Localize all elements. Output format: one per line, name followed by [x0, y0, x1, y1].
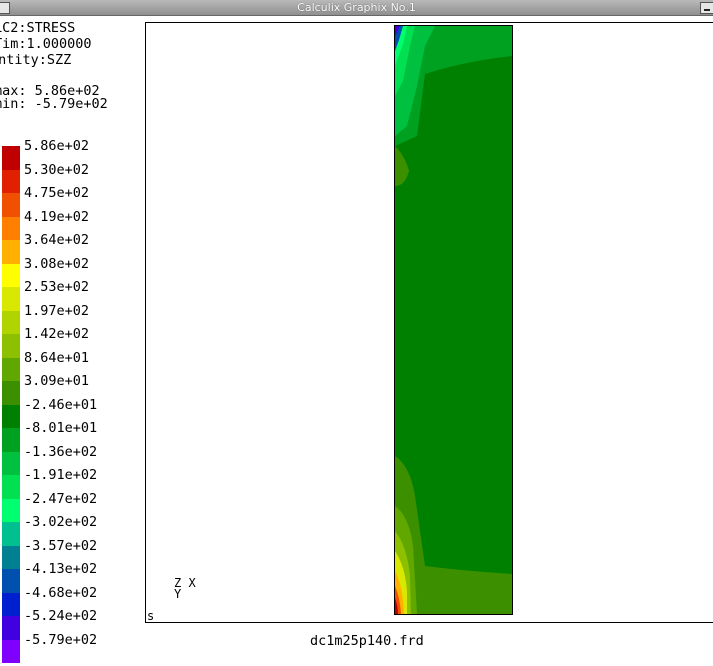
contour-plot	[395, 26, 512, 614]
filename-label: dc1m25p140.frd	[310, 633, 424, 649]
legend-swatch	[2, 310, 20, 334]
legend-label: 2.53e+02	[24, 279, 90, 295]
legend-label: 8.64e+01	[24, 349, 90, 366]
legend-label: 5.86e+02	[24, 138, 90, 154]
entity-label: entity:SZZ	[0, 52, 72, 68]
legend-swatch	[2, 592, 20, 616]
legend-label: -2.46e+01	[24, 396, 98, 413]
legend-label: -1.36e+02	[24, 443, 98, 460]
corner-mark: s	[147, 609, 155, 623]
legend-label: 1.97e+02	[24, 302, 90, 319]
graphics-viewport[interactable]: Z X Y s	[145, 22, 713, 623]
legend-label: -5.79e+02	[24, 631, 98, 648]
legend-swatch	[2, 498, 20, 522]
legend-label: -5.24e+02	[24, 608, 98, 624]
legend-label: 1.42e+02	[24, 326, 90, 342]
legend-swatch	[2, 357, 20, 381]
time-label: Tim:1.000000	[0, 36, 92, 52]
legend-label: 4.75e+02	[24, 185, 90, 201]
legend-swatch	[2, 287, 20, 311]
legend-label: -8.01e+01	[24, 420, 98, 436]
legend-label: -2.47e+02	[24, 490, 98, 507]
legend-label: 3.08e+02	[24, 255, 90, 272]
legend-swatch	[2, 522, 20, 546]
legend-swatch	[2, 146, 20, 170]
window-title: Calculix Graphix No.1	[297, 1, 416, 14]
legend-swatch	[2, 404, 20, 428]
legend-label: -1.91e+02	[24, 467, 98, 483]
stress-contour-model[interactable]	[394, 25, 513, 615]
legend-swatch	[2, 169, 20, 193]
load-case-label: LC2:STRESS	[0, 20, 76, 36]
legend-swatch	[2, 428, 20, 452]
axis-y-label: Y	[174, 587, 182, 601]
legend-label: -4.68e+02	[24, 584, 98, 601]
legend-swatch	[2, 569, 20, 593]
axes-triad: Z X Y	[174, 576, 196, 601]
min-value-label: min: -5.79e+02	[0, 96, 108, 112]
legend-swatch	[2, 263, 20, 287]
legend-label: 3.09e+01	[24, 373, 90, 389]
legend-swatch	[2, 240, 20, 264]
window-titlebar[interactable]: Calculix Graphix No.1	[0, 0, 713, 16]
legend-label: 4.19e+02	[24, 208, 90, 225]
minimize-button[interactable]	[700, 2, 713, 14]
legend-swatch	[2, 334, 20, 358]
legend-swatch	[2, 545, 20, 569]
legend-label: -3.02e+02	[24, 514, 98, 530]
legend-swatch	[2, 475, 20, 499]
legend-swatch	[2, 616, 20, 640]
legend-label: 5.30e+02	[24, 161, 90, 178]
legend-swatch	[2, 193, 20, 217]
legend-swatch	[2, 639, 20, 663]
legend-swatch	[2, 216, 20, 240]
legend-label: -4.13e+02	[24, 561, 98, 577]
legend-label: 3.64e+02	[24, 232, 90, 248]
axis-x-label: X	[188, 576, 196, 590]
legend-swatch	[2, 451, 20, 475]
legend-swatch	[2, 381, 20, 405]
legend-label: -3.57e+02	[24, 537, 98, 554]
